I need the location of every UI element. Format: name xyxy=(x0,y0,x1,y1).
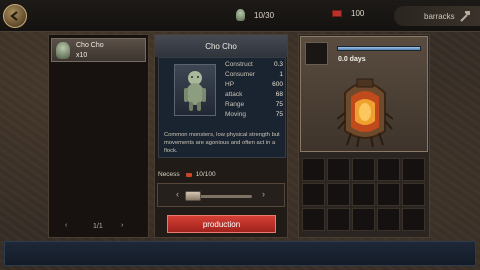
queue-slot[interactable] xyxy=(352,158,375,181)
brick-icon xyxy=(185,172,192,177)
top-bar: 10/30 100 barracks xyxy=(0,0,480,32)
brick-count: 100 xyxy=(351,9,365,18)
necess-label: Necess xyxy=(158,171,180,178)
stat-hp: HP 600 xyxy=(225,81,283,88)
incubator-icon xyxy=(337,78,393,148)
production-button[interactable]: production xyxy=(167,215,276,233)
queue-slot[interactable] xyxy=(327,158,350,181)
monster-count: 10/30 xyxy=(254,10,275,20)
necessity-row: Necess 10/100 xyxy=(158,171,216,178)
back-arrow-icon xyxy=(10,11,18,21)
monster-portrait xyxy=(174,64,216,116)
stat-consumer: Consumer 1 xyxy=(225,71,283,78)
necess-value: 10/100 xyxy=(195,171,216,178)
hammer-icon xyxy=(460,11,470,22)
production-status-panel: 0.0 days xyxy=(298,34,430,238)
queue-slot[interactable] xyxy=(352,183,375,206)
necess-count: 10/100 xyxy=(185,171,216,178)
stat-moving: Moving 75 xyxy=(225,111,283,118)
stat-range: Range 75 xyxy=(225,101,283,108)
production-progress xyxy=(337,46,421,51)
pager-next-icon[interactable]: › xyxy=(121,222,123,229)
preview-slot xyxy=(305,42,328,65)
detail-title: Cho Cho xyxy=(155,35,287,57)
stat-attack: attack 68 xyxy=(225,91,283,98)
quantity-increase-icon[interactable]: › xyxy=(262,189,265,199)
queue-slot[interactable] xyxy=(402,183,425,206)
quantity-selector: ‹ › xyxy=(157,183,285,207)
stat-construct: Construct 0.3 xyxy=(225,61,283,68)
queue-slot[interactable] xyxy=(327,183,350,206)
queue-slot[interactable] xyxy=(302,208,325,231)
queue-slot[interactable] xyxy=(402,158,425,181)
monster-list-panel: Cho Cho x10 ‹ 1/1 › xyxy=(48,34,149,238)
back-button[interactable] xyxy=(3,4,27,28)
monster-description: Common monsters, low physical strength b… xyxy=(164,132,280,155)
brick-resource: 100 xyxy=(332,9,364,18)
barracks-tab[interactable]: barracks xyxy=(394,6,480,26)
progress-fill xyxy=(338,47,420,50)
cho-cho-image xyxy=(184,71,206,111)
pager-prev-icon[interactable]: ‹ xyxy=(65,222,67,229)
cho-cho-thumbnail xyxy=(56,42,70,59)
quantity-decrease-icon[interactable]: ‹ xyxy=(176,189,179,199)
bottom-bar xyxy=(4,241,476,266)
barracks-screen: 10/30 100 barracks Cho Cho x10 ‹ 1/1 › C… xyxy=(0,0,480,270)
monster-resource: 10/30 xyxy=(236,9,274,21)
queue-slot[interactable] xyxy=(302,158,325,181)
barracks-label: barracks xyxy=(424,12,455,21)
stats-box: Construct 0.3 Consumer 1 HP 600 attack 6… xyxy=(158,57,286,158)
list-item-count: x10 xyxy=(76,52,88,59)
pager-text: 1/1 xyxy=(93,223,103,230)
list-item[interactable]: Cho Cho x10 xyxy=(51,38,146,62)
queue-grid xyxy=(302,158,428,236)
queue-slot[interactable] xyxy=(352,208,375,231)
days-remaining: 0.0 days xyxy=(338,56,366,63)
queue-slot[interactable] xyxy=(402,208,425,231)
queue-slot[interactable] xyxy=(377,208,400,231)
slider-handle[interactable] xyxy=(185,191,201,201)
monster-detail-panel: Cho Cho Construct 0.3 Consumer 1 HP 600 … xyxy=(154,34,288,238)
queue-slot[interactable] xyxy=(377,183,400,206)
queue-slot[interactable] xyxy=(377,158,400,181)
list-item-name: Cho Cho xyxy=(76,42,104,49)
list-pager: ‹ 1/1 › xyxy=(49,222,150,233)
quantity-slider[interactable] xyxy=(185,191,252,201)
preview-box: 0.0 days xyxy=(300,36,428,152)
queue-slot[interactable] xyxy=(302,183,325,206)
queue-slot[interactable] xyxy=(327,208,350,231)
stats-list: Construct 0.3 Consumer 1 HP 600 attack 6… xyxy=(225,61,283,121)
monster-icon xyxy=(236,9,245,21)
brick-icon xyxy=(332,10,342,17)
